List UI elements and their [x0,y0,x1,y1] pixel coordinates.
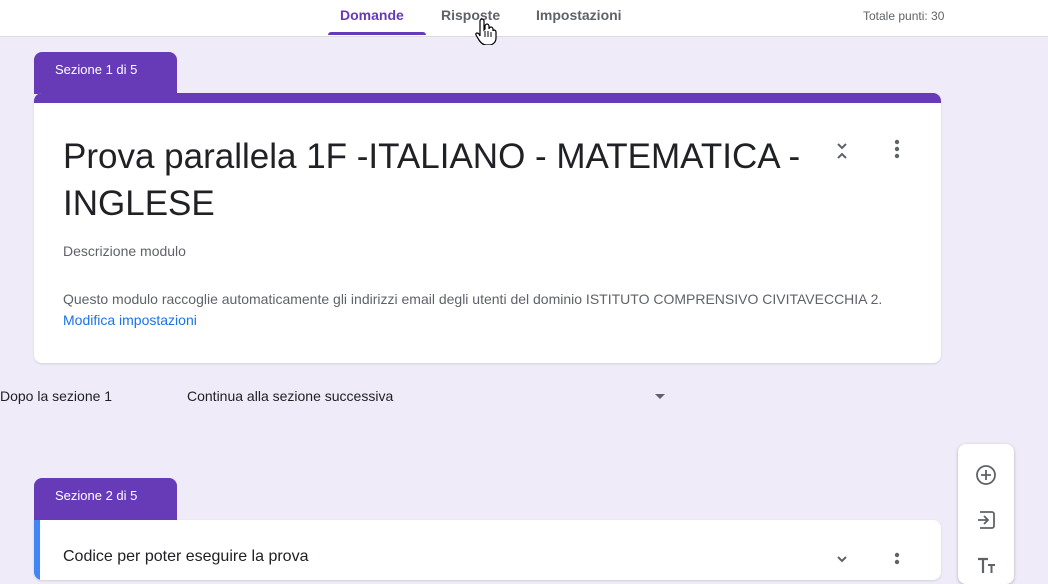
form-title[interactable]: Prova parallela 1F -ITALIANO - MATEMATIC… [63,133,823,227]
more-options-icon[interactable] [883,135,911,163]
email-collection-note: Questo modulo raccoglie automaticamente … [63,289,923,331]
after-section-label: Dopo la sezione 1 [0,388,113,404]
after-section-dropdown[interactable]: Continua alla sezione successiva [187,388,677,408]
more-options-icon[interactable] [883,546,911,574]
dropdown-arrow-icon [655,394,665,399]
collapse-icon[interactable] [828,137,856,165]
email-note-text: Questo modulo raccoglie automaticamente … [63,291,883,307]
hand-cursor-icon [475,18,497,45]
expand-icon[interactable] [828,546,856,574]
add-title-icon[interactable] [970,549,1002,581]
modify-settings-link[interactable]: Modifica impostazioni [63,312,197,328]
active-tab-indicator [328,32,426,35]
form-description[interactable]: Descrizione modulo [63,243,186,259]
tab-impostazioni[interactable]: Impostazioni [536,7,622,23]
after-section-selected: Continua alla sezione successiva [187,388,394,404]
section-1-tab: Sezione 1 di 5 [34,52,177,94]
question-title[interactable]: Codice per poter eseguire la prova [63,548,308,566]
floating-toolbar [958,444,1014,584]
add-question-icon[interactable] [970,459,1002,491]
card-accent-stripe [34,93,941,103]
form-header-card[interactable]: Prova parallela 1F -ITALIANO - MATEMATIC… [34,93,941,363]
question-card[interactable]: Codice per poter eseguire la prova [34,520,941,580]
top-tab-bar: Domande Risposte Impostazioni Totale pun… [0,0,1048,37]
section-2-tab: Sezione 2 di 5 [34,478,177,520]
import-questions-icon[interactable] [970,504,1002,536]
active-card-indicator [34,520,40,580]
tab-domande[interactable]: Domande [340,7,404,23]
total-points: Totale punti: 30 [863,9,945,23]
